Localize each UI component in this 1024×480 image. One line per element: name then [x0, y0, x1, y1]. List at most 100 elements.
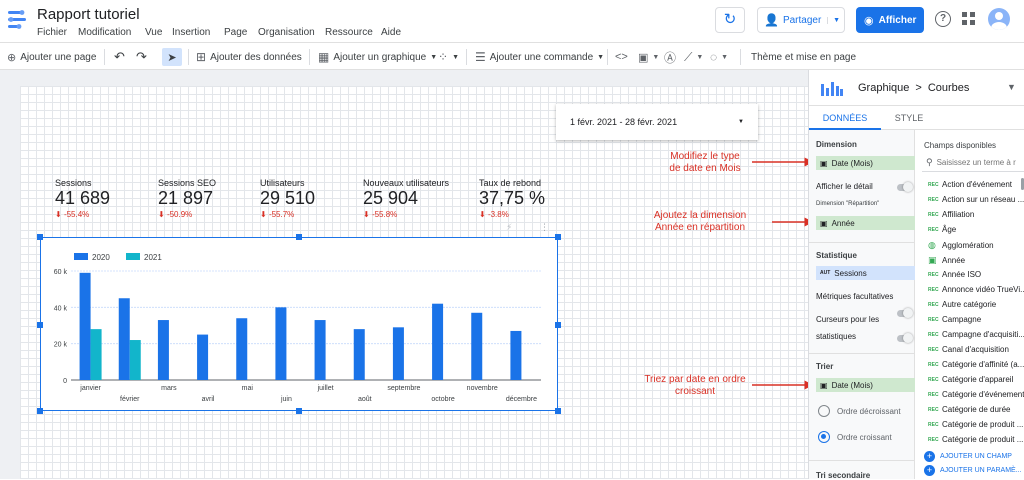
metric-chip[interactable]: AUT Sessions — [816, 266, 915, 280]
field-item[interactable]: REC Action d'événement — [928, 180, 1012, 189]
field-item[interactable]: REC Catégorie d'affinité (a... — [928, 360, 1024, 369]
add-control-button[interactable]: ☰ Ajouter une commande ▼ — [475, 48, 604, 66]
field-label: Âge — [942, 225, 957, 234]
field-item[interactable]: REC Affiliation — [928, 210, 974, 219]
report-title[interactable]: Rapport tutoriel — [37, 6, 140, 23]
add-field-button[interactable]: + AJOUTER UN CHAMP — [924, 451, 1012, 462]
more-vert-icon[interactable]: ⋮ — [540, 222, 549, 233]
share-button[interactable]: 👤 Partager ▼ — [757, 7, 845, 33]
add-parameter-button[interactable]: + AJOUTER UN PARAMÈ... — [924, 465, 1022, 476]
redo-icon[interactable]: ↷ — [136, 48, 147, 66]
refresh-button[interactable]: ↻ — [715, 7, 745, 33]
menu-insertion[interactable]: Insertion — [172, 27, 210, 38]
resize-handle[interactable] — [555, 408, 561, 414]
tab-data[interactable]: DONNÉES — [809, 106, 881, 130]
bar — [275, 307, 287, 380]
field-item[interactable]: REC Campagne d'acquisiti... — [928, 330, 1024, 339]
resize-handle[interactable] — [555, 322, 561, 328]
undo-icon[interactable]: ↶ — [114, 48, 125, 66]
shape-icon[interactable]: ◌ ▼ — [710, 48, 728, 66]
annotation-dimension: Modifiez le type de date en Mois — [650, 151, 760, 175]
community-viz-button[interactable]: ⁘ ▼ — [438, 48, 459, 66]
dimension-chip[interactable]: ▣ Date (Mois) — [816, 156, 915, 170]
y-tick-label: 60 k — [54, 269, 68, 276]
line-icon[interactable]: ⟋ ▼ — [684, 48, 703, 66]
field-item[interactable]: REC Catégorie d'appareil — [928, 375, 1013, 384]
text-dimension-icon: REC — [928, 421, 939, 428]
field-search[interactable]: ⚲ — [922, 154, 1024, 172]
metric-agg-badge: AUT — [820, 270, 831, 276]
breakdown-chip[interactable]: ▣ Année — [816, 216, 915, 230]
field-item[interactable]: REC Âge — [928, 225, 956, 234]
resize-handle[interactable] — [296, 234, 302, 240]
chevron-down-icon[interactable]: ▼ — [1007, 82, 1016, 92]
sort-value: Date (Mois) — [831, 380, 873, 390]
sort-chip[interactable]: ▣ Date (Mois) — [816, 378, 915, 392]
menu-vue[interactable]: Vue — [145, 27, 162, 38]
field-item[interactable]: REC Canal d'acquisition — [928, 345, 1009, 354]
resize-handle[interactable] — [37, 234, 43, 240]
field-label: Affiliation — [942, 210, 975, 219]
tab-style[interactable]: STYLE — [881, 106, 937, 130]
apps-grid-icon[interactable] — [962, 12, 976, 26]
field-item[interactable]: REC Campagne — [928, 315, 981, 324]
bar — [432, 303, 444, 380]
menu-page[interactable]: Page — [224, 27, 247, 38]
breadcrumb-root[interactable]: Graphique — [858, 82, 909, 94]
field-item[interactable]: REC Autre catégorie — [928, 300, 996, 309]
report-page: 1 févr. 2021 - 28 févr. 2021 ▼ Sessions … — [20, 86, 808, 479]
image-icon[interactable]: ▣ ▼ — [638, 48, 659, 66]
date-range-control[interactable]: 1 févr. 2021 - 28 févr. 2021 ▼ — [556, 104, 758, 140]
bar-chart[interactable]: 2020 2021 0 20 k 40 k 60 k janvier février mars a… — [40, 237, 558, 411]
menu-aide[interactable]: Aide — [381, 27, 401, 38]
community-viz-icon: ⁘ — [438, 50, 449, 64]
menu-organisation[interactable]: Organisation — [258, 27, 315, 38]
sort-section-label: Trier — [816, 362, 834, 371]
resize-handle[interactable] — [37, 408, 43, 414]
optional-metrics-toggle[interactable] — [897, 308, 913, 318]
menu-ressource[interactable]: Ressource — [325, 27, 373, 38]
field-item[interactable]: REC Catégorie d'événement — [928, 390, 1024, 399]
resize-handle[interactable] — [37, 322, 43, 328]
sort-desc-label: Ordre décroissant — [837, 407, 901, 416]
add-data-button[interactable]: ⊞ Ajouter des données — [196, 48, 302, 66]
add-chart-icon: ▦ — [318, 50, 330, 64]
field-item[interactable]: REC Catégorie de durée — [928, 405, 1011, 414]
field-item[interactable]: ◍ Agglomération — [928, 240, 994, 251]
show-detail-toggle[interactable] — [897, 182, 913, 192]
sort-asc-radio[interactable] — [818, 431, 830, 443]
field-item[interactable]: REC Catégorie de produit ... — [928, 435, 1023, 444]
bar — [90, 329, 102, 380]
resize-handle[interactable] — [296, 408, 302, 414]
bar — [236, 318, 248, 380]
x-tick-label: février — [120, 396, 140, 403]
view-button[interactable]: ◉ Afficher — [856, 7, 924, 33]
field-item[interactable]: REC Annonce vidéo TrueVi... — [928, 285, 1024, 294]
add-chart-button[interactable]: ▦ Ajouter un graphique ▼ — [318, 48, 437, 66]
field-item[interactable]: REC Action sur un réseau ... — [928, 195, 1024, 204]
field-item[interactable]: ▣ Année — [928, 255, 965, 266]
calendar-icon: ▣ — [820, 380, 828, 390]
text-box-icon[interactable]: Ⓐ — [664, 48, 676, 66]
optional-metrics-label: Métriques facultatives — [816, 292, 894, 301]
menu-modification[interactable]: Modification — [78, 27, 131, 38]
text-dimension-icon: REC — [928, 376, 939, 383]
embed-code-icon[interactable]: <> — [615, 48, 628, 66]
field-search-input[interactable] — [936, 158, 1024, 167]
select-cursor-icon[interactable]: ➤ — [162, 48, 182, 66]
breakdown-section-label: Dimension "Répartition" — [816, 201, 880, 207]
field-item[interactable]: REC Année ISO — [928, 270, 981, 279]
menu-fichier[interactable]: Fichier — [37, 27, 67, 38]
add-page-button[interactable]: ⊕ Ajouter une page — [7, 48, 96, 66]
chart-format-icon[interactable]: ⚡ — [506, 222, 512, 233]
avatar[interactable] — [988, 8, 1010, 30]
dimension-value: Date (Mois) — [831, 158, 873, 168]
resize-handle[interactable] — [555, 234, 561, 240]
field-item[interactable]: REC Catégorie de produit ... — [928, 420, 1023, 429]
metric-sliders-toggle[interactable] — [897, 333, 913, 343]
sort-desc-radio[interactable] — [818, 405, 830, 417]
field-label: Autre catégorie — [942, 300, 997, 309]
theme-layout-button[interactable]: Thème et mise en page — [751, 48, 856, 66]
x-tick-label: mars — [161, 385, 177, 392]
help-icon[interactable]: ? — [935, 11, 951, 27]
